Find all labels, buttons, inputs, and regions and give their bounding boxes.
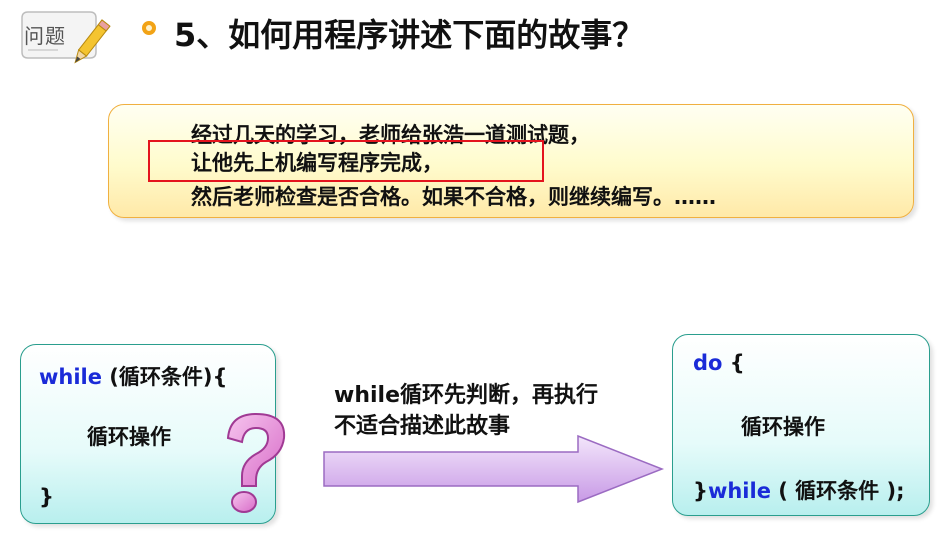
page-title: 5、如何用程序讲述下面的故事？	[174, 16, 645, 54]
question-badge: 问题	[18, 4, 136, 68]
story-line-3: 然后老师检查是否合格。如果不合格，则继续编写。……	[191, 185, 716, 209]
do-while-keyword: while	[707, 479, 771, 503]
badge-label: 问题	[24, 24, 66, 48]
while-keyword: while	[39, 365, 102, 389]
do-while-footer-line: }while ( 循环条件 );	[693, 475, 904, 505]
do-while-condition: ( 循环条件 );	[770, 479, 905, 503]
while-body-line: 循环操作	[87, 425, 171, 449]
do-close-brace: }	[693, 479, 708, 503]
while-condition: (循环条件){	[102, 365, 228, 389]
comparison-message: while循环先判断，再执行 不适合描述此故事	[334, 380, 598, 442]
while-close-brace: }	[39, 485, 54, 509]
right-arrow-icon	[323, 434, 665, 504]
question-mark-icon	[226, 412, 286, 513]
title-bullet-icon	[142, 21, 156, 35]
slide: 问题 5、如何用程序讲述下面的故事？ 经过几天的学习，老师给张浩一道测试题， 让…	[0, 0, 940, 534]
do-open-brace: {	[722, 351, 745, 375]
do-body-line: 循环操作	[741, 415, 825, 439]
do-while-code-box: do { 循环操作 }while ( 循环条件 );	[672, 334, 930, 516]
highlight-rectangle	[148, 140, 544, 182]
do-keyword: do	[693, 351, 723, 375]
do-header-line: do {	[693, 351, 745, 375]
while-header-line: while (循环条件){	[39, 361, 227, 391]
message-line-1: while循环先判断，再执行	[334, 383, 598, 408]
